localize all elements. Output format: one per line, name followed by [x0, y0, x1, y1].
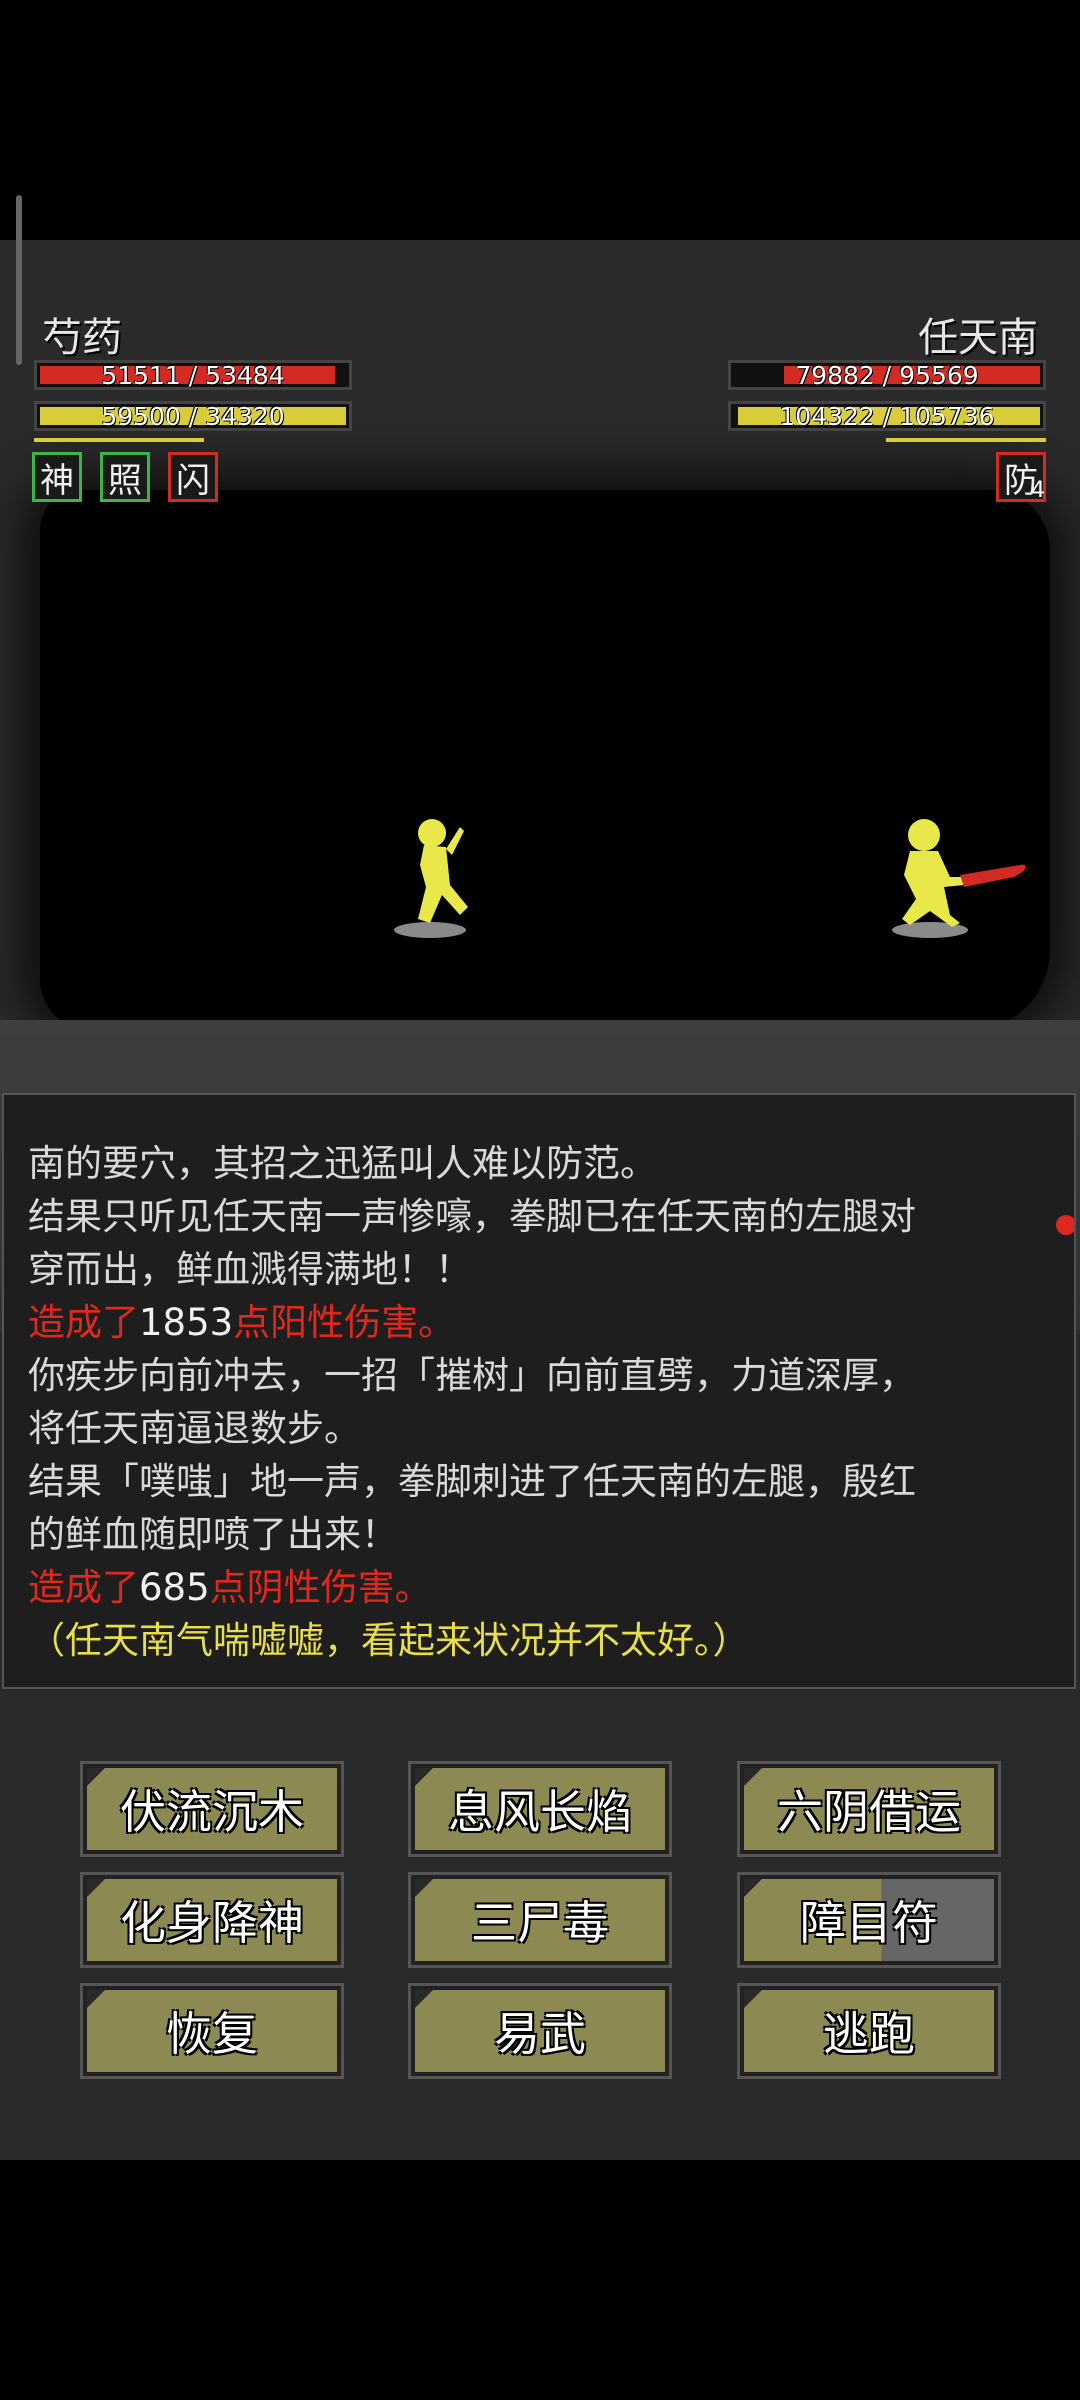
log-segment: 点阳性伤害。: [233, 1301, 456, 1344]
buff-count: 4: [1031, 478, 1045, 503]
log-segment: 1853: [139, 1301, 234, 1344]
recover-button[interactable]: 恢复: [80, 1983, 344, 2079]
enemy-hp-text: 79882 / 95569: [795, 360, 979, 390]
battle-log-lines: 南的要穴，其招之迅猛叫人难以防范。结果只听见任天南一声惨嚎，拳脚已在任天南的左腿…: [28, 1137, 1054, 1667]
player-name: 芍药: [42, 315, 122, 361]
log-line: 南的要穴，其招之迅猛叫人难以防范。: [28, 1137, 1054, 1190]
log-line: （任天南气喘嘘嘘，看起来状况并不太好。）: [28, 1614, 1054, 1667]
player-underline: [34, 438, 204, 442]
player-figure: [394, 819, 468, 938]
player-buff-zhao[interactable]: 照: [100, 452, 150, 502]
log-segment: 结果只听见任天南一声惨嚎，拳脚已在任天南的左腿对: [28, 1195, 916, 1238]
player-mp-bar: 59500 / 34320: [34, 401, 352, 431]
log-line: 的鲜血随即喷了出来！: [28, 1508, 1054, 1561]
log-segment: 将任天南逼退数步。: [28, 1407, 361, 1450]
enemy-hp-bar: 79882 / 95569: [728, 360, 1046, 390]
enemy-mp-text: 104322 / 105736: [779, 401, 995, 431]
skill-button-zhangmu-fu[interactable]: 障目符: [737, 1872, 1001, 1968]
log-segment: 685: [139, 1566, 210, 1609]
buff-label: 照: [108, 460, 142, 501]
log-line: 你疾步向前冲去，一招「摧树」向前直劈，力道深厚，: [28, 1349, 1054, 1402]
scroll-indicator: [16, 195, 22, 365]
enemy-buff-fang[interactable]: 防 4: [996, 452, 1046, 503]
log-segment: 南的要穴，其招之迅猛叫人难以防范。: [28, 1142, 657, 1185]
skill-button-sanshi-du[interactable]: 三尸毒: [408, 1872, 672, 1968]
buff-label: 神: [40, 460, 74, 501]
log-line: 造成了685点阴性伤害。: [28, 1561, 1054, 1614]
log-line: 造成了1853点阳性伤害。: [28, 1296, 1054, 1349]
log-segment: 的鲜血随即喷了出来！: [28, 1513, 398, 1556]
enemy-name: 任天南: [918, 315, 1038, 361]
log-segment: 造成了: [28, 1566, 139, 1609]
player-mp-text: 59500 / 34320: [101, 401, 285, 431]
player-hp-bar: 51511 / 53484: [34, 360, 352, 390]
log-segment: 穿而出，鲜血溅得满地！！: [28, 1248, 472, 1291]
log-segment: 你疾步向前冲去，一招「摧树」向前直劈，力道深厚，: [28, 1354, 916, 1397]
skill-button-xifeng-changyan[interactable]: 息风长焰: [408, 1761, 672, 1857]
log-line: 穿而出，鲜血溅得满地！！: [28, 1243, 1054, 1296]
battle-log[interactable]: 南的要穴，其招之迅猛叫人难以防范。结果只听见任天南一声惨嚎，拳脚已在任天南的左腿…: [2, 1093, 1076, 1689]
skill-button-liuyin-jieyun[interactable]: 六阴借运: [737, 1761, 1001, 1857]
switch-weapon-button[interactable]: 易武: [408, 1983, 672, 2079]
log-notification-dot: [1056, 1215, 1074, 1235]
enemy-figure: [892, 819, 1026, 938]
player-buff-shan[interactable]: 闪: [168, 452, 218, 502]
enemy-mp-bar: 104322 / 105736: [728, 401, 1046, 431]
log-line: 将任天南逼退数步。: [28, 1402, 1054, 1455]
log-segment: 造成了: [28, 1301, 139, 1344]
buff-label: 闪: [176, 460, 210, 501]
battle-sky: [40, 490, 1050, 1030]
log-segment: （任天南气喘嘘嘘，看起来状况并不太好。）: [28, 1619, 750, 1662]
log-segment: 结果「噗嗤」地一声，拳脚刺进了任天南的左腿，殷红: [28, 1460, 916, 1503]
player-hp-text: 51511 / 53484: [101, 360, 285, 390]
log-segment: 点阴性伤害。: [209, 1566, 432, 1609]
log-line: 结果「噗嗤」地一声，拳脚刺进了任天南的左腿，殷红: [28, 1455, 1054, 1508]
skill-button-huashen-jiangshen[interactable]: 化身降神: [80, 1872, 344, 1968]
player-buff-shen[interactable]: 神: [32, 452, 82, 502]
log-line: 结果只听见任天南一声惨嚎，拳脚已在任天南的左腿对: [28, 1190, 1054, 1243]
flee-button[interactable]: 逃跑: [737, 1983, 1001, 2079]
skill-button-fuliu-chenmu[interactable]: 伏流沉木: [80, 1761, 344, 1857]
enemy-underline: [886, 438, 1046, 442]
